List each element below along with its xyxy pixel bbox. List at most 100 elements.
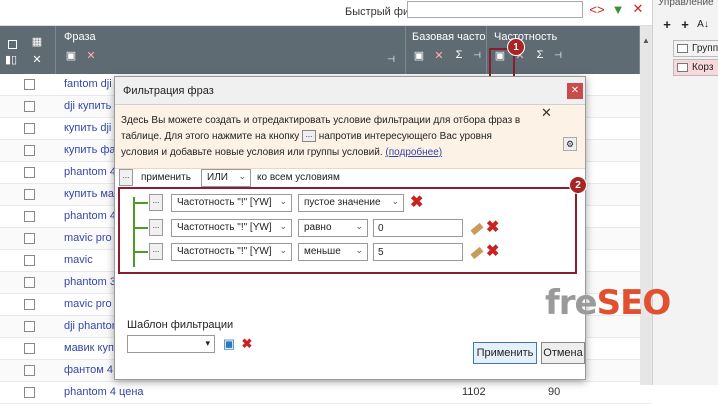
delete-template-icon[interactable]: ✖ <box>239 336 255 352</box>
row-checkbox[interactable] <box>24 387 35 398</box>
row-checkbox[interactable] <box>24 255 35 266</box>
field-select-value: Частотность "!" [YW] <box>177 222 272 233</box>
phrase-cell[interactable]: phantom 3 <box>64 276 116 288</box>
operator-select[interactable]: пустое значение ⌄ <box>298 194 404 212</box>
row-checkbox[interactable] <box>24 321 35 332</box>
add-icon[interactable]: + <box>677 16 693 32</box>
phrase-cell[interactable]: купить dji <box>64 122 111 134</box>
save-icon[interactable]: ▣ <box>64 48 78 62</box>
sum-icon[interactable]: Σ <box>452 48 466 62</box>
conditions-box: ... Частотность "!" [YW] ⌄ пустое значени… <box>118 187 577 274</box>
row-checkbox[interactable] <box>24 343 35 354</box>
tree-item-groups[interactable]: Групп <box>673 40 718 57</box>
phrase-cell[interactable]: phantom 4 <box>64 210 116 222</box>
header-phrase-column[interactable]: Фраза ▣ ✕ ⊣ <box>56 26 406 74</box>
field-select[interactable]: Частотность "!" [YW] ⌄ <box>171 194 292 212</box>
gear-icon[interactable]: ⚙ <box>563 137 577 151</box>
close-icon[interactable]: ✕ <box>567 83 583 99</box>
scroll-up-icon[interactable]: ▲ <box>640 36 652 46</box>
condition-menu-button[interactable]: ... <box>149 219 163 236</box>
root-menu-button[interactable]: ... <box>119 169 133 186</box>
add-icon[interactable]: ▦ <box>30 34 44 48</box>
sort-icon[interactable]: A↓ <box>695 16 711 32</box>
row-checkbox[interactable] <box>24 233 35 244</box>
operator-select[interactable]: меньше ⌄ <box>298 243 368 261</box>
row-checkbox[interactable] <box>24 123 35 134</box>
filter-icon[interactable]: ▼ <box>610 1 626 17</box>
column-icon[interactable]: ▮▯ <box>4 52 18 66</box>
apply-row: ... применить ИЛИ ⌄ ко всем условиям <box>119 169 579 187</box>
row-checkbox[interactable] <box>24 101 35 112</box>
delete-column-icon[interactable]: ✕ <box>30 52 44 66</box>
row-checkbox[interactable] <box>24 211 35 222</box>
condition-menu-button[interactable]: ... <box>149 243 163 260</box>
phrase-cell[interactable]: купить фа <box>64 144 116 156</box>
sum-icon[interactable]: Σ <box>533 48 547 62</box>
value-input[interactable]: 5 <box>373 243 463 261</box>
row-checkbox[interactable] <box>24 365 35 376</box>
column-phrase-title: Фраза <box>64 31 96 43</box>
value-input[interactable]: 0 <box>373 219 463 237</box>
save-template-icon[interactable]: ▣ <box>221 336 237 352</box>
phrase-cell[interactable]: dji phantom <box>64 320 121 332</box>
delete-condition-icon[interactable]: ✖ <box>410 195 423 211</box>
delete-condition-icon[interactable]: ✖ <box>486 220 499 236</box>
cancel-button[interactable]: Отмена <box>541 342 585 364</box>
clear-filter-icon[interactable]: ✕ <box>630 1 646 17</box>
tree-item-label: Групп <box>692 43 718 54</box>
phrase-cell[interactable]: phantom 4 <box>64 166 116 178</box>
info-banner: ✕ ⚙ Здесь Вы можете создать и отредактир… <box>115 105 585 169</box>
select-all-checkbox[interactable] <box>8 40 17 49</box>
row-checkbox[interactable] <box>24 167 35 178</box>
phrase-cell[interactable]: phantom 4 цена <box>64 386 144 398</box>
phrase-cell[interactable]: купить мав <box>64 188 120 200</box>
vertical-scrollbar[interactable]: ▲ <box>640 26 652 385</box>
tree-branch <box>133 227 148 229</box>
apply-button[interactable]: Применить <box>473 342 537 364</box>
operator-select[interactable]: равно ⌄ <box>298 219 368 237</box>
info-line: таблице. Для этого нажмите на кнопку ...… <box>121 129 551 145</box>
phrase-cell[interactable]: dji купить <box>64 100 111 112</box>
delete-condition-icon[interactable]: ✖ <box>486 244 499 260</box>
save-icon[interactable]: ▣ <box>412 48 426 62</box>
pencil-icon[interactable] <box>470 246 484 260</box>
tree-item-trash[interactable]: Корз <box>673 59 718 76</box>
row-checkbox[interactable] <box>24 189 35 200</box>
operator-select-value: пустое значение <box>304 197 381 208</box>
field-select[interactable]: Частотность "!" [YW] ⌄ <box>171 219 292 237</box>
pin-icon[interactable]: ⊣ <box>470 48 484 62</box>
step-badge-1: 1 <box>507 38 525 56</box>
delete-icon[interactable]: ✕ <box>432 48 446 62</box>
apply-label: применить <box>141 172 191 183</box>
chevron-down-icon: ▾ <box>205 338 210 348</box>
logic-select[interactable]: ИЛИ ⌄ <box>201 169 251 187</box>
pin-icon[interactable]: ⊣ <box>384 52 398 66</box>
add-group-icon[interactable]: + <box>659 16 675 32</box>
pencil-icon[interactable] <box>470 222 484 236</box>
code-icon[interactable]: <> <box>589 1 605 17</box>
operator-select-value: меньше <box>304 246 341 257</box>
watermark-part: fre <box>545 283 598 323</box>
field-select[interactable]: Частотность "!" [YW] ⌄ <box>171 243 292 261</box>
column-base-freq-title: Базовая часто <box>412 31 486 43</box>
pin-icon[interactable]: ⊣ <box>551 48 565 62</box>
row-checkbox[interactable] <box>24 79 35 90</box>
phrase-cell[interactable]: mavic pro k <box>64 232 120 244</box>
grid-header: ▦ ▮▯ ✕ Фраза ▣ ✕ ⊣ Базовая часто ▣ ✕ Σ ⊣… <box>0 26 652 74</box>
row-checkbox[interactable] <box>24 299 35 310</box>
phrase-cell[interactable]: mavic pro p <box>64 298 121 310</box>
phrase-cell[interactable]: fantom dji <box>64 78 112 90</box>
template-label: Шаблон фильтрации <box>127 319 234 331</box>
table-row[interactable]: phantom 4 цена 1102 90 <box>0 382 652 404</box>
header-base-freq-column[interactable]: Базовая часто ▣ ✕ Σ ⊣ <box>406 26 487 74</box>
watermark-part: SEO <box>596 283 672 323</box>
phrase-cell[interactable]: мавик купи <box>64 342 120 354</box>
template-select[interactable]: ▾ <box>127 335 215 353</box>
quick-filter-input[interactable] <box>407 1 583 18</box>
row-checkbox[interactable] <box>24 277 35 288</box>
phrase-cell[interactable]: mavic <box>64 254 93 266</box>
condition-menu-button[interactable]: ... <box>149 194 163 211</box>
more-link[interactable]: (подробнее) <box>385 147 442 158</box>
row-checkbox[interactable] <box>24 145 35 156</box>
delete-icon[interactable]: ✕ <box>84 48 98 62</box>
